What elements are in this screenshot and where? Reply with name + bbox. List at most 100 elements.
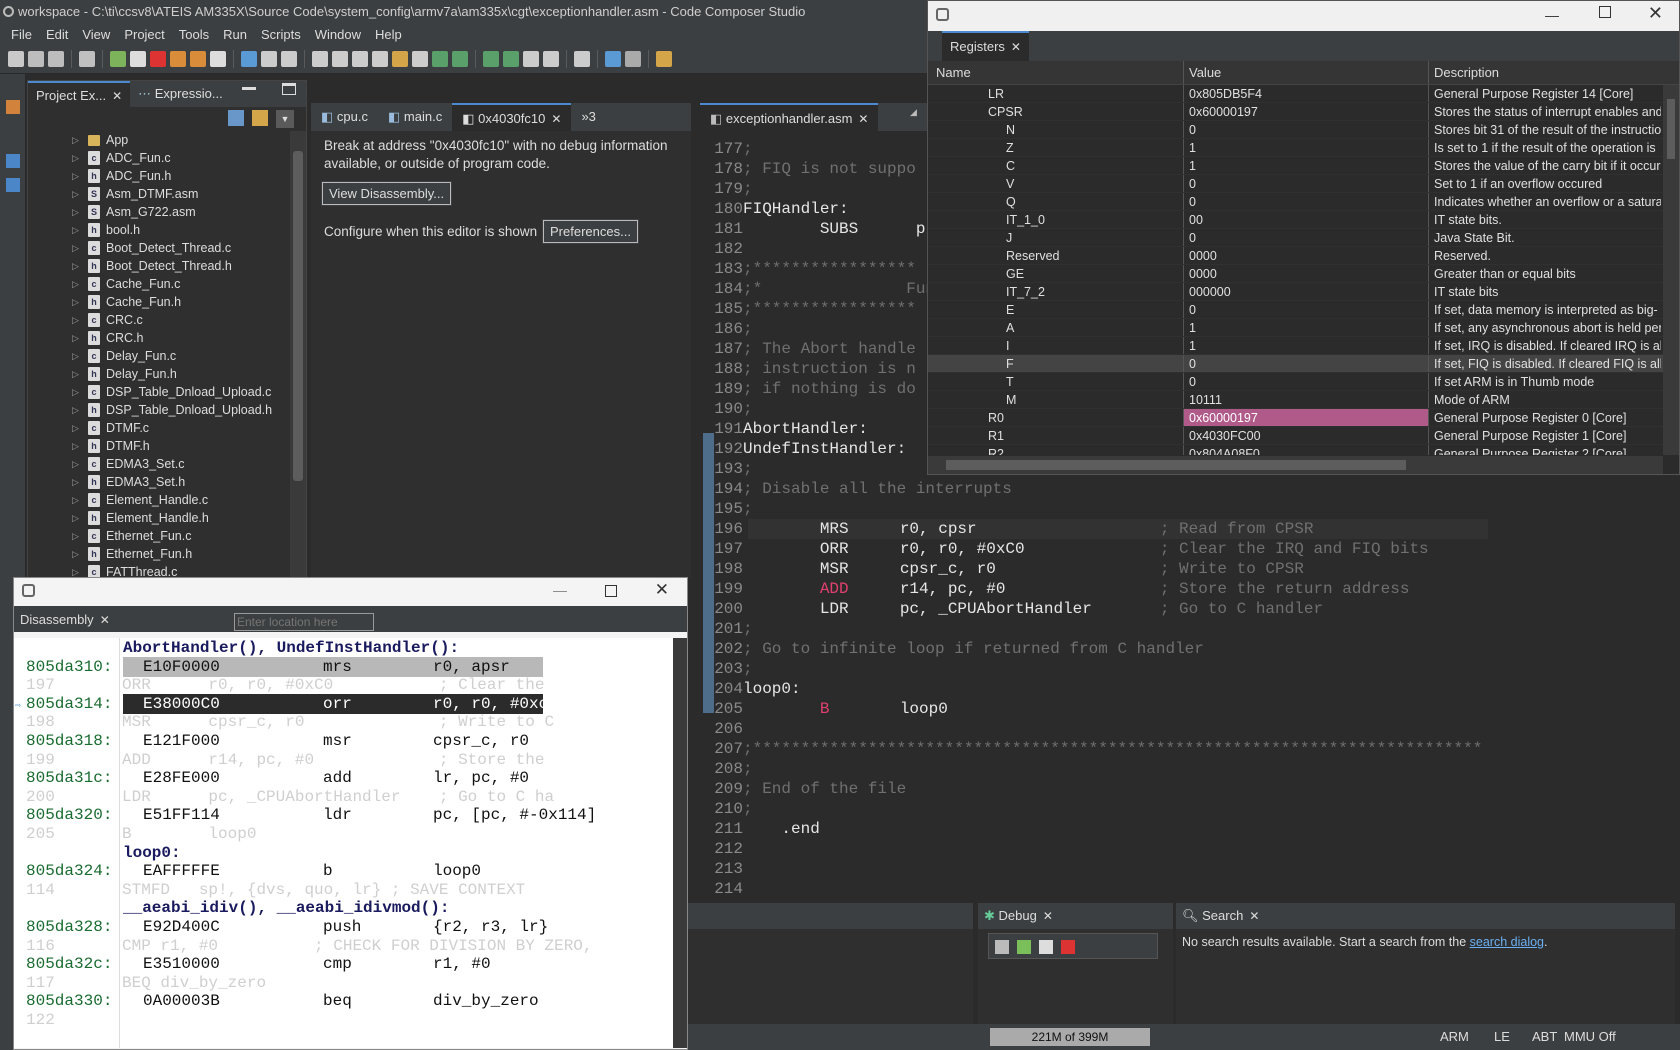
tree-item[interactable]: ▷ h bool.h (28, 221, 290, 239)
menu-scripts[interactable]: Scripts (254, 27, 308, 42)
tree-item[interactable]: ▷ c EDMA3_Set.c (28, 455, 290, 473)
register-row[interactable]: R1 0x4030FC00 General Purpose Register 1 [… (928, 427, 1663, 445)
toolbar-icon[interactable] (79, 50, 95, 67)
toolbar-icon[interactable] (210, 50, 226, 67)
tab-main-c[interactable]: ◧ main.c (378, 103, 452, 131)
terminate-icon[interactable] (1061, 940, 1075, 954)
tree-item[interactable]: ▷ h Boot_Detect_Thread.h (28, 257, 290, 275)
toolbar-icon[interactable] (372, 50, 388, 67)
toolbar-icon[interactable] (312, 50, 328, 67)
tree-item[interactable]: ▷ h CRC.h (28, 329, 290, 347)
instruction-row[interactable]: E51FF114 ldr pc, [pc, #-0x114] (123, 805, 596, 825)
maximize-button[interactable] (1599, 6, 1611, 18)
collapse-all-icon[interactable] (228, 110, 244, 126)
toolbar-icon[interactable] (170, 50, 186, 67)
registers-hscrollbar[interactable] (928, 456, 1663, 474)
close-button[interactable]: ✕ (655, 580, 669, 600)
toolbar-icon[interactable] (130, 50, 146, 67)
toolbar-icon[interactable] (625, 50, 641, 67)
expand-arrow-icon[interactable]: ▷ (72, 383, 82, 401)
toolbar-icon[interactable] (281, 50, 297, 67)
expand-arrow-icon[interactable]: ▷ (72, 491, 82, 509)
register-row[interactable]: Z 1 Is set to 1 if the result of the opera… (928, 139, 1663, 157)
close-icon[interactable]: ✕ (1011, 40, 1021, 54)
register-value[interactable]: 00 (1184, 211, 1429, 228)
toolbar-icon[interactable] (28, 50, 44, 67)
register-row[interactable]: R0 0x60000197 General Purpose Register 0 [… (928, 409, 1663, 427)
register-value[interactable]: 0 (1184, 301, 1429, 318)
tab-search[interactable]: 🔍︎ Search ✕ (1176, 903, 1675, 929)
close-icon[interactable]: ✕ (1249, 909, 1259, 923)
tab-disassembly[interactable]: Disassembly ✕ (20, 612, 110, 627)
instruction-row[interactable]: E121F000 msr cpsr_c, r0 (123, 731, 543, 751)
expand-arrow-icon[interactable]: ▷ (72, 131, 82, 149)
register-row[interactable]: Reserved 0000 Reserved. (928, 247, 1663, 265)
tree-item[interactable]: ▷ S Asm_G722.asm (28, 203, 290, 221)
minimize-button[interactable]: — (1545, 7, 1559, 23)
tab-registers[interactable]: Registers ✕ (942, 31, 1029, 61)
toolbar-icon[interactable] (574, 50, 590, 67)
expand-arrow-icon[interactable]: ▷ (72, 347, 82, 365)
menu-file[interactable]: File (4, 27, 39, 42)
expand-arrow-icon[interactable]: ▷ (72, 311, 82, 329)
register-row[interactable]: J 0 Java State Bit. (928, 229, 1663, 247)
register-value[interactable]: 0x60000197 (1184, 103, 1429, 120)
register-value[interactable]: 1 (1184, 337, 1429, 354)
tree-item[interactable]: ▷ h Element_Handle.h (28, 509, 290, 527)
toolbar-icon[interactable] (452, 50, 468, 67)
tree-item[interactable]: ▷ h DTMF.h (28, 437, 290, 455)
expand-arrow-icon[interactable]: ▷ (72, 437, 82, 455)
register-value[interactable]: 0000 (1184, 247, 1429, 264)
register-row[interactable]: IT_1_0 00 IT state bits. (928, 211, 1663, 229)
expand-arrow-icon[interactable]: ▷ (72, 239, 82, 257)
register-row[interactable]: GE 0000 Greater than or equal bits (928, 265, 1663, 283)
minimize-button[interactable]: — (553, 582, 567, 598)
register-row[interactable]: A 1 If set, any asynchronous abort is held… (928, 319, 1663, 337)
tree-item[interactable]: ▷ c Cache_Fun.c (28, 275, 290, 293)
toolbar-icon[interactable] (48, 50, 64, 67)
register-value[interactable]: 0x60000197 (1184, 409, 1429, 426)
expand-arrow-icon[interactable]: ▷ (72, 473, 82, 491)
close-icon[interactable]: ✕ (112, 89, 122, 103)
close-icon[interactable]: ✕ (858, 112, 868, 126)
expand-arrow-icon[interactable]: ▷ (72, 293, 82, 311)
close-icon[interactable]: ✕ (551, 112, 561, 126)
maximize-button[interactable] (605, 585, 617, 597)
col-name[interactable]: Name (928, 61, 1184, 84)
expand-arrow-icon[interactable]: ▷ (72, 329, 82, 347)
problems-icon[interactable] (6, 178, 20, 192)
register-value[interactable]: 0x804A08F0 (1184, 445, 1429, 455)
register-row[interactable]: R2 0x804A08F0 General Purpose Register 2 [… (928, 445, 1663, 455)
register-value[interactable]: 1 (1184, 139, 1429, 156)
toolbar-icon[interactable] (110, 50, 126, 67)
suspend-icon[interactable] (1039, 940, 1053, 954)
register-value[interactable]: 1 (1184, 157, 1429, 174)
register-value[interactable]: 0 (1184, 193, 1429, 210)
register-value[interactable]: 0 (1184, 175, 1429, 192)
instruction-row[interactable]: 0A00003B beq div_by_zero (123, 991, 543, 1011)
close-icon[interactable]: ✕ (1043, 909, 1053, 923)
project-tree-scrollbar[interactable] (290, 131, 306, 579)
search-dialog-link[interactable]: search dialog (1470, 935, 1544, 949)
tab-exceptionhandler-asm[interactable]: ◧ exceptionhandler.asm ✕ (700, 103, 879, 131)
expand-arrow-icon[interactable]: ▷ (72, 419, 82, 437)
tree-item[interactable]: ▷ App (28, 131, 290, 149)
register-row[interactable]: LR 0x805DB5F4 General Purpose Register 14 … (928, 85, 1663, 103)
tree-item[interactable]: ▷ h Cache_Fun.h (28, 293, 290, 311)
expand-arrow-icon[interactable]: ▷ (72, 185, 82, 203)
toolbar-icon[interactable] (261, 50, 277, 67)
expand-arrow-icon[interactable]: ▷ (72, 167, 82, 185)
registers-vscrollbar[interactable] (1663, 85, 1679, 455)
console-icon[interactable] (6, 100, 20, 114)
register-row[interactable]: T 0 If set ARM is in Thumb mode (928, 373, 1663, 391)
register-row[interactable]: I 1 If set, IRQ is disabled. If cleared IR… (928, 337, 1663, 355)
tree-item[interactable]: ▷ S Asm_DTMF.asm (28, 185, 290, 203)
toolbar-icon[interactable] (392, 50, 408, 67)
tab-overflow[interactable]: »3 (571, 103, 605, 131)
instruction-row[interactable]: E3510000 cmp r1, #0 (123, 954, 543, 974)
close-button[interactable]: ✕ (1648, 3, 1663, 24)
register-row[interactable]: E 0 If set, data memory is interpreted as … (928, 301, 1663, 319)
expand-arrow-icon[interactable]: ▷ (72, 365, 82, 383)
register-row[interactable]: C 1 Stores the value of the carry bit if i… (928, 157, 1663, 175)
toolbar-icon[interactable] (503, 50, 519, 67)
